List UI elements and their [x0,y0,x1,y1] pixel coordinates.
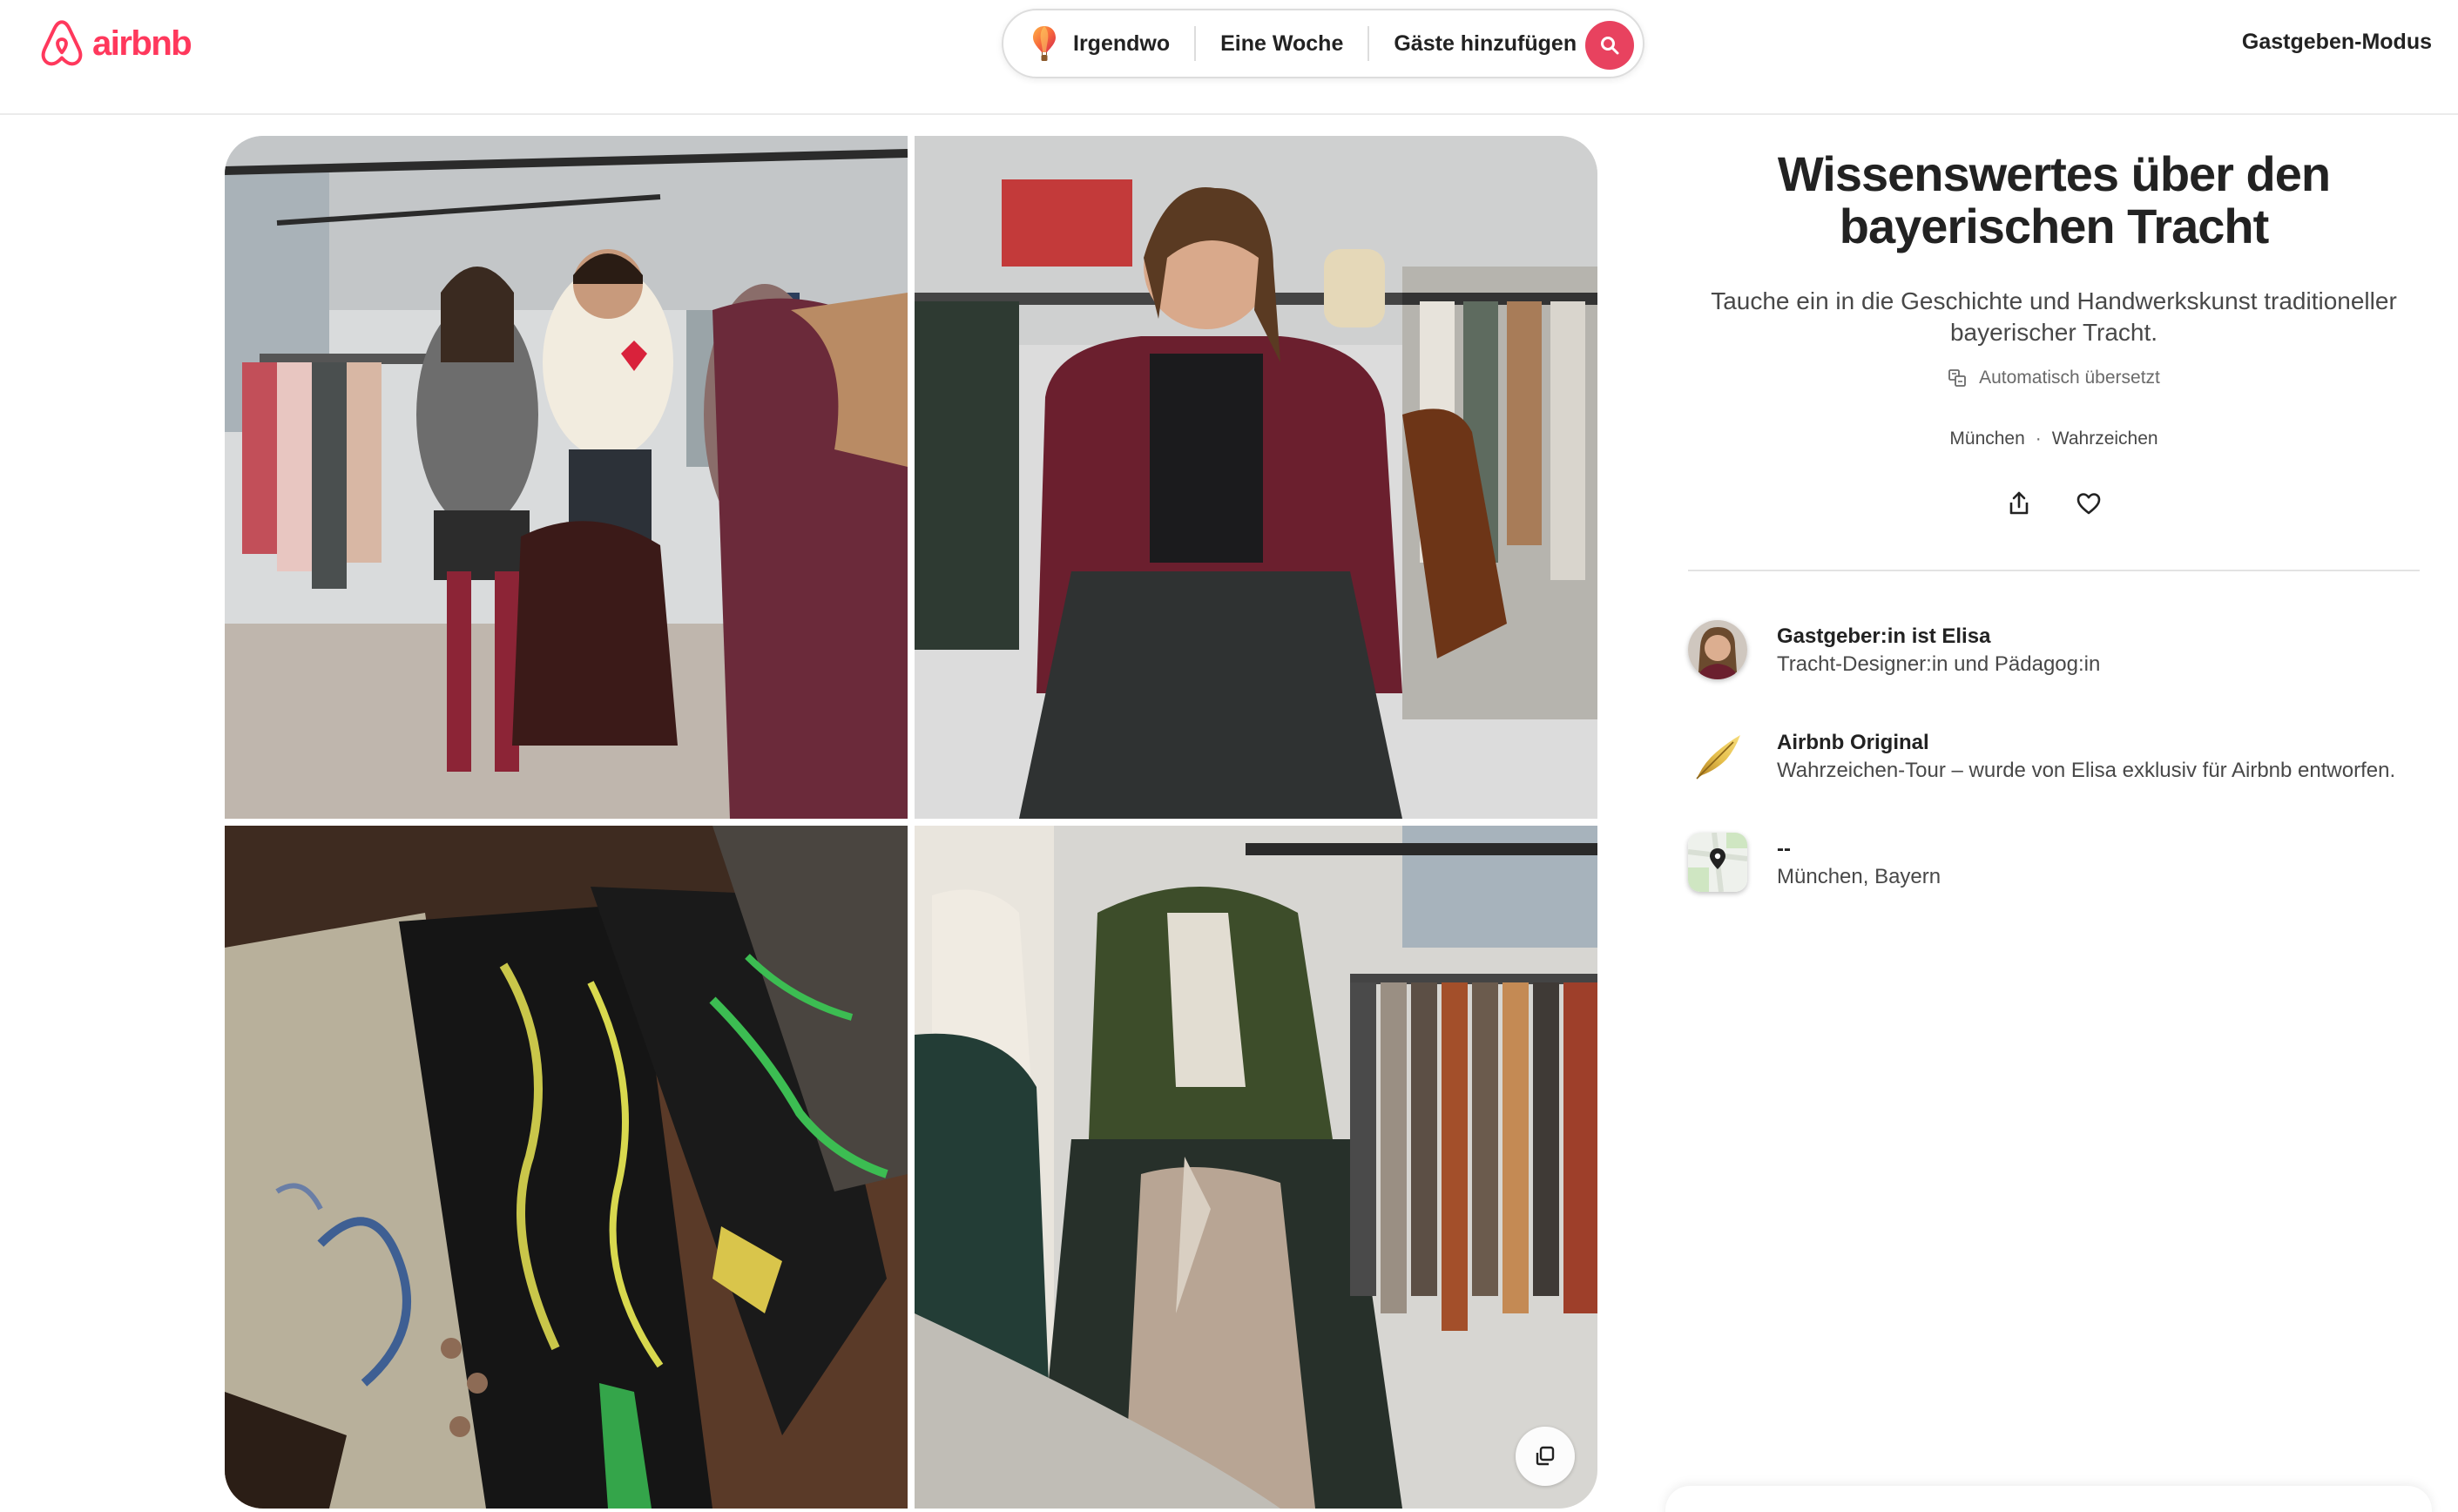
search-bar[interactable]: Irgendwo Eine Woche Gäste hinzufügen [1002,9,1644,78]
auto-translated-label: Automatisch übersetzt [1979,368,2160,388]
host-mode-link[interactable]: Gastgeben-Modus [2242,30,2432,55]
auto-translated-note[interactable]: Automatisch übersetzt [1688,368,2420,388]
save-button[interactable] [2073,488,2104,519]
airbnb-logo[interactable]: airbnb [38,19,192,68]
host-name: Gastgeber:in ist Elisa [1777,624,1991,648]
search-where[interactable]: Irgendwo [1003,24,1194,63]
gallery-photo-2[interactable] [915,136,1597,819]
photo-gallery [225,136,1597,1509]
booking-card-edge [1665,1486,2432,1512]
host-avatar-wrap [1688,620,1747,679]
original-title: Airbnb Original [1777,731,1929,754]
share-icon [2009,491,2029,515]
search-icon [1601,37,1619,55]
place-title: -- [1777,837,1791,861]
original-description: Wahrzeichen-Tour – wurde von Elisa exklu… [1777,759,2396,782]
search-when-label: Eine Woche [1220,30,1344,56]
section-divider [1688,570,2420,571]
feather-icon-wrap [1688,726,1747,786]
listing-meta: München · Wahrzeichen [1688,429,2420,449]
listing-subtitle: Tauche ein in die Geschichte und Handwer… [1711,287,2397,346]
listing-category[interactable]: Wahrzeichen [2052,429,2158,449]
host-role: Tracht-Designer:in und Pädagog:in [1777,652,2101,676]
location-info[interactable]: -- München, Bayern [1688,833,2420,892]
map-thumb-wrap [1688,833,1747,892]
listing-details: Wissenswertes über den bayerischen Trach… [1688,136,2420,892]
gallery-photo-1[interactable] [225,136,908,819]
share-button[interactable] [2003,488,2035,519]
search-when[interactable]: Eine Woche [1196,24,1367,63]
place-address: München, Bayern [1777,865,1941,888]
airbnb-original-info: Airbnb Original Wahrzeichen-Tour – wurde… [1688,726,2420,786]
heart-icon [2076,493,2101,515]
top-header: airbnb Irgendwo Eine Woche Gäste hinzufü… [0,0,2458,115]
show-all-photos-icon [1536,1446,1555,1466]
airbnb-logo-icon [41,20,83,66]
logo-text: airbnb [92,24,192,63]
translate-icon [1948,369,1967,387]
search-where-label: Irgendwo [1073,30,1171,56]
listing-title: Wissenswertes über den bayerischen Trach… [1777,146,2331,253]
search-guests[interactable]: Gäste hinzufügen [1369,24,1601,63]
listing-actions [1688,488,2420,519]
meta-separator: · [2035,429,2042,449]
feather-icon [1696,735,1740,780]
gallery-photo-4[interactable] [915,826,1597,1509]
host-info[interactable]: Gastgeber:in ist Elisa Tracht-Designer:i… [1688,620,2420,679]
search-guests-label: Gäste hinzufügen [1394,30,1577,56]
search-button[interactable] [1585,21,1634,70]
gallery-photo-3[interactable] [225,826,908,1509]
balloon-icon [1033,26,1056,61]
map-thumbnail[interactable] [1688,833,1747,892]
show-all-photos-button[interactable] [1516,1427,1575,1486]
avatar[interactable] [1688,620,1747,679]
listing-location[interactable]: München [1949,429,2024,449]
